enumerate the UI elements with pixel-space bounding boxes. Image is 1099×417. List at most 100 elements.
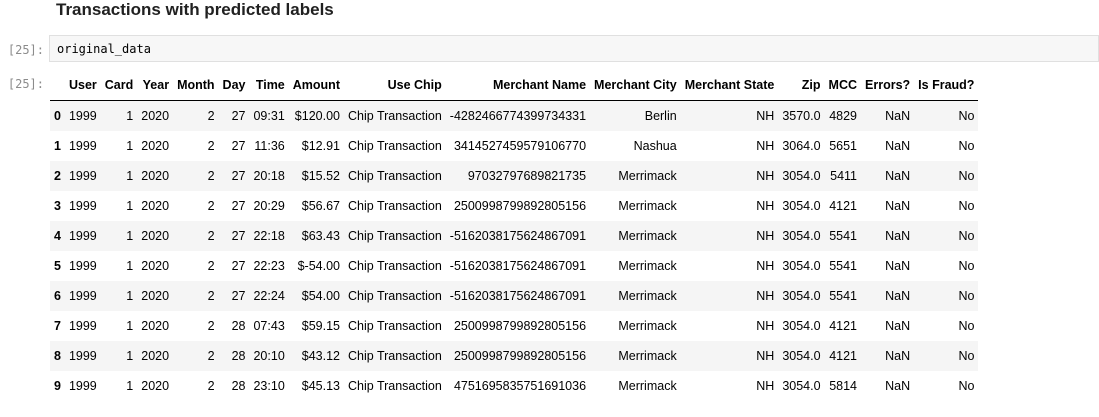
table-cell: 2 <box>207 349 215 363</box>
table-cell: 2 <box>207 109 215 123</box>
table-cell: 5651 <box>829 139 858 153</box>
table-row: 5 1999 1 2020 2 27 22:23 $-54.00 Chip Transactio… <box>50 251 978 281</box>
table-cell: 1 <box>126 199 134 213</box>
table-cell: 1 <box>126 139 134 153</box>
table-cell: 27 <box>231 259 246 273</box>
row-index: 5 <box>54 259 61 273</box>
table-cell: 1999 <box>68 379 97 393</box>
code-text[interactable]: original_data <box>57 42 151 56</box>
table-cell: 3054.0 <box>782 259 821 273</box>
table-cell: 2 <box>207 379 215 393</box>
column-header: User <box>64 70 101 101</box>
table-cell: No <box>958 319 975 333</box>
column-header: Time <box>249 70 289 101</box>
table-cell: Merrimack <box>618 379 677 393</box>
table-cell: No <box>958 109 975 123</box>
table-cell: 2 <box>207 289 215 303</box>
table-cell: NaN <box>885 349 911 363</box>
table-cell: 3054.0 <box>782 229 821 243</box>
table-cell: 27 <box>231 109 246 123</box>
table-cell: 1 <box>126 169 134 183</box>
table-cell: 4751695835751691036 <box>453 379 587 393</box>
table-cell: 2500998799892805156 <box>453 199 587 213</box>
table-cell: NH <box>756 319 775 333</box>
row-index: 4 <box>54 229 61 243</box>
table-cell: NaN <box>885 199 911 213</box>
table-cell: 4121 <box>829 319 858 333</box>
table-cell: $43.12 <box>301 349 340 363</box>
section-heading: Transactions with predicted labels <box>56 0 334 19</box>
table-cell: $45.13 <box>301 379 340 393</box>
code-cell[interactable]: original_data <box>49 35 1099 62</box>
column-header: Year <box>137 70 174 101</box>
table-cell: 22:23 <box>253 259 285 273</box>
table-cell: 2 <box>207 319 215 333</box>
table-row: 6 1999 1 2020 2 27 22:24 $54.00 Chip Transaction… <box>50 281 979 311</box>
table-cell: 4121 <box>829 349 858 363</box>
table-cell: $15.52 <box>301 169 340 183</box>
table-cell: 1 <box>126 289 134 303</box>
table-row: 9 1999 1 2020 2 28 23:10 $45.13 Chip Transaction… <box>50 371 978 401</box>
column-header: Merchant State <box>680 70 779 101</box>
table-cell: 4829 <box>829 109 858 123</box>
row-index: 0 <box>54 109 61 123</box>
table-cell: 3054.0 <box>782 199 821 213</box>
table-cell: 28 <box>231 379 246 393</box>
table-cell: 2020 <box>141 349 170 363</box>
table-cell: 2020 <box>141 139 170 153</box>
table-cell: 5814 <box>829 379 858 393</box>
table-cell: 2020 <box>141 379 170 393</box>
table-cell: 28 <box>231 349 246 363</box>
table-cell: Chip Transaction <box>347 289 442 303</box>
table-cell: 4121 <box>829 199 858 213</box>
table-cell: NH <box>756 379 775 393</box>
table-cell: 27 <box>231 139 246 153</box>
table-cell: Merrimack <box>618 259 677 273</box>
row-index: 3 <box>54 199 61 213</box>
table-cell: Nashua <box>633 139 677 153</box>
table-cell: -5162038175624867091 <box>449 229 587 243</box>
table-cell: 2020 <box>141 289 170 303</box>
table-cell: 2020 <box>141 109 170 123</box>
table-cell: -5162038175624867091 <box>449 259 587 273</box>
table-cell: 11:36 <box>254 139 285 153</box>
table-cell: 1999 <box>68 289 97 303</box>
table-cell: NH <box>756 289 775 303</box>
table-row: 3 1999 1 2020 2 27 20:29 $56.67 Chip Transaction… <box>50 191 978 221</box>
table-cell: Merrimack <box>618 169 677 183</box>
table-cell: 1 <box>126 319 134 333</box>
table-cell: No <box>958 379 975 393</box>
table-cell: 2500998799892805156 <box>453 319 587 333</box>
table-body: 0 1999 1 2020 2 27 09:31 $120.00 Chip Transactio… <box>50 100 979 402</box>
table-cell: $63.43 <box>301 229 340 243</box>
table-cell: Chip Transaction <box>347 139 442 153</box>
table-cell: 22:18 <box>253 229 285 243</box>
table-cell: NH <box>756 139 775 153</box>
table-cell: NH <box>756 229 775 243</box>
table-cell: Chip Transaction <box>347 259 442 273</box>
table-cell: Merrimack <box>618 289 677 303</box>
table-cell: 3054.0 <box>782 319 821 333</box>
table-cell: 1 <box>126 259 134 273</box>
table-cell: 22:24 <box>253 289 285 303</box>
table-row: 8 1999 1 2020 2 28 20:10 $43.12 Chip Transaction… <box>50 341 979 371</box>
table-cell: No <box>958 349 975 363</box>
table-cell: No <box>958 259 975 273</box>
table-cell: 2 <box>207 229 215 243</box>
column-header: Is Fraud? <box>914 70 979 101</box>
table-cell: Chip Transaction <box>347 109 442 123</box>
table-cell: NH <box>756 169 775 183</box>
table-cell: 1 <box>126 379 134 393</box>
table-cell: $56.67 <box>301 199 340 213</box>
column-header: Merchant Name <box>445 70 591 101</box>
table-cell: 2020 <box>141 229 170 243</box>
table-cell: 2020 <box>141 169 170 183</box>
table-cell: Chip Transaction <box>347 169 442 183</box>
table-cell: NH <box>756 349 775 363</box>
table-cell: Merrimack <box>618 349 677 363</box>
table-cell: NaN <box>885 289 911 303</box>
table-cell: 2 <box>207 139 215 153</box>
column-header: Errors? <box>861 70 915 101</box>
table-cell: 3054.0 <box>782 289 821 303</box>
table-cell: 2 <box>207 169 215 183</box>
